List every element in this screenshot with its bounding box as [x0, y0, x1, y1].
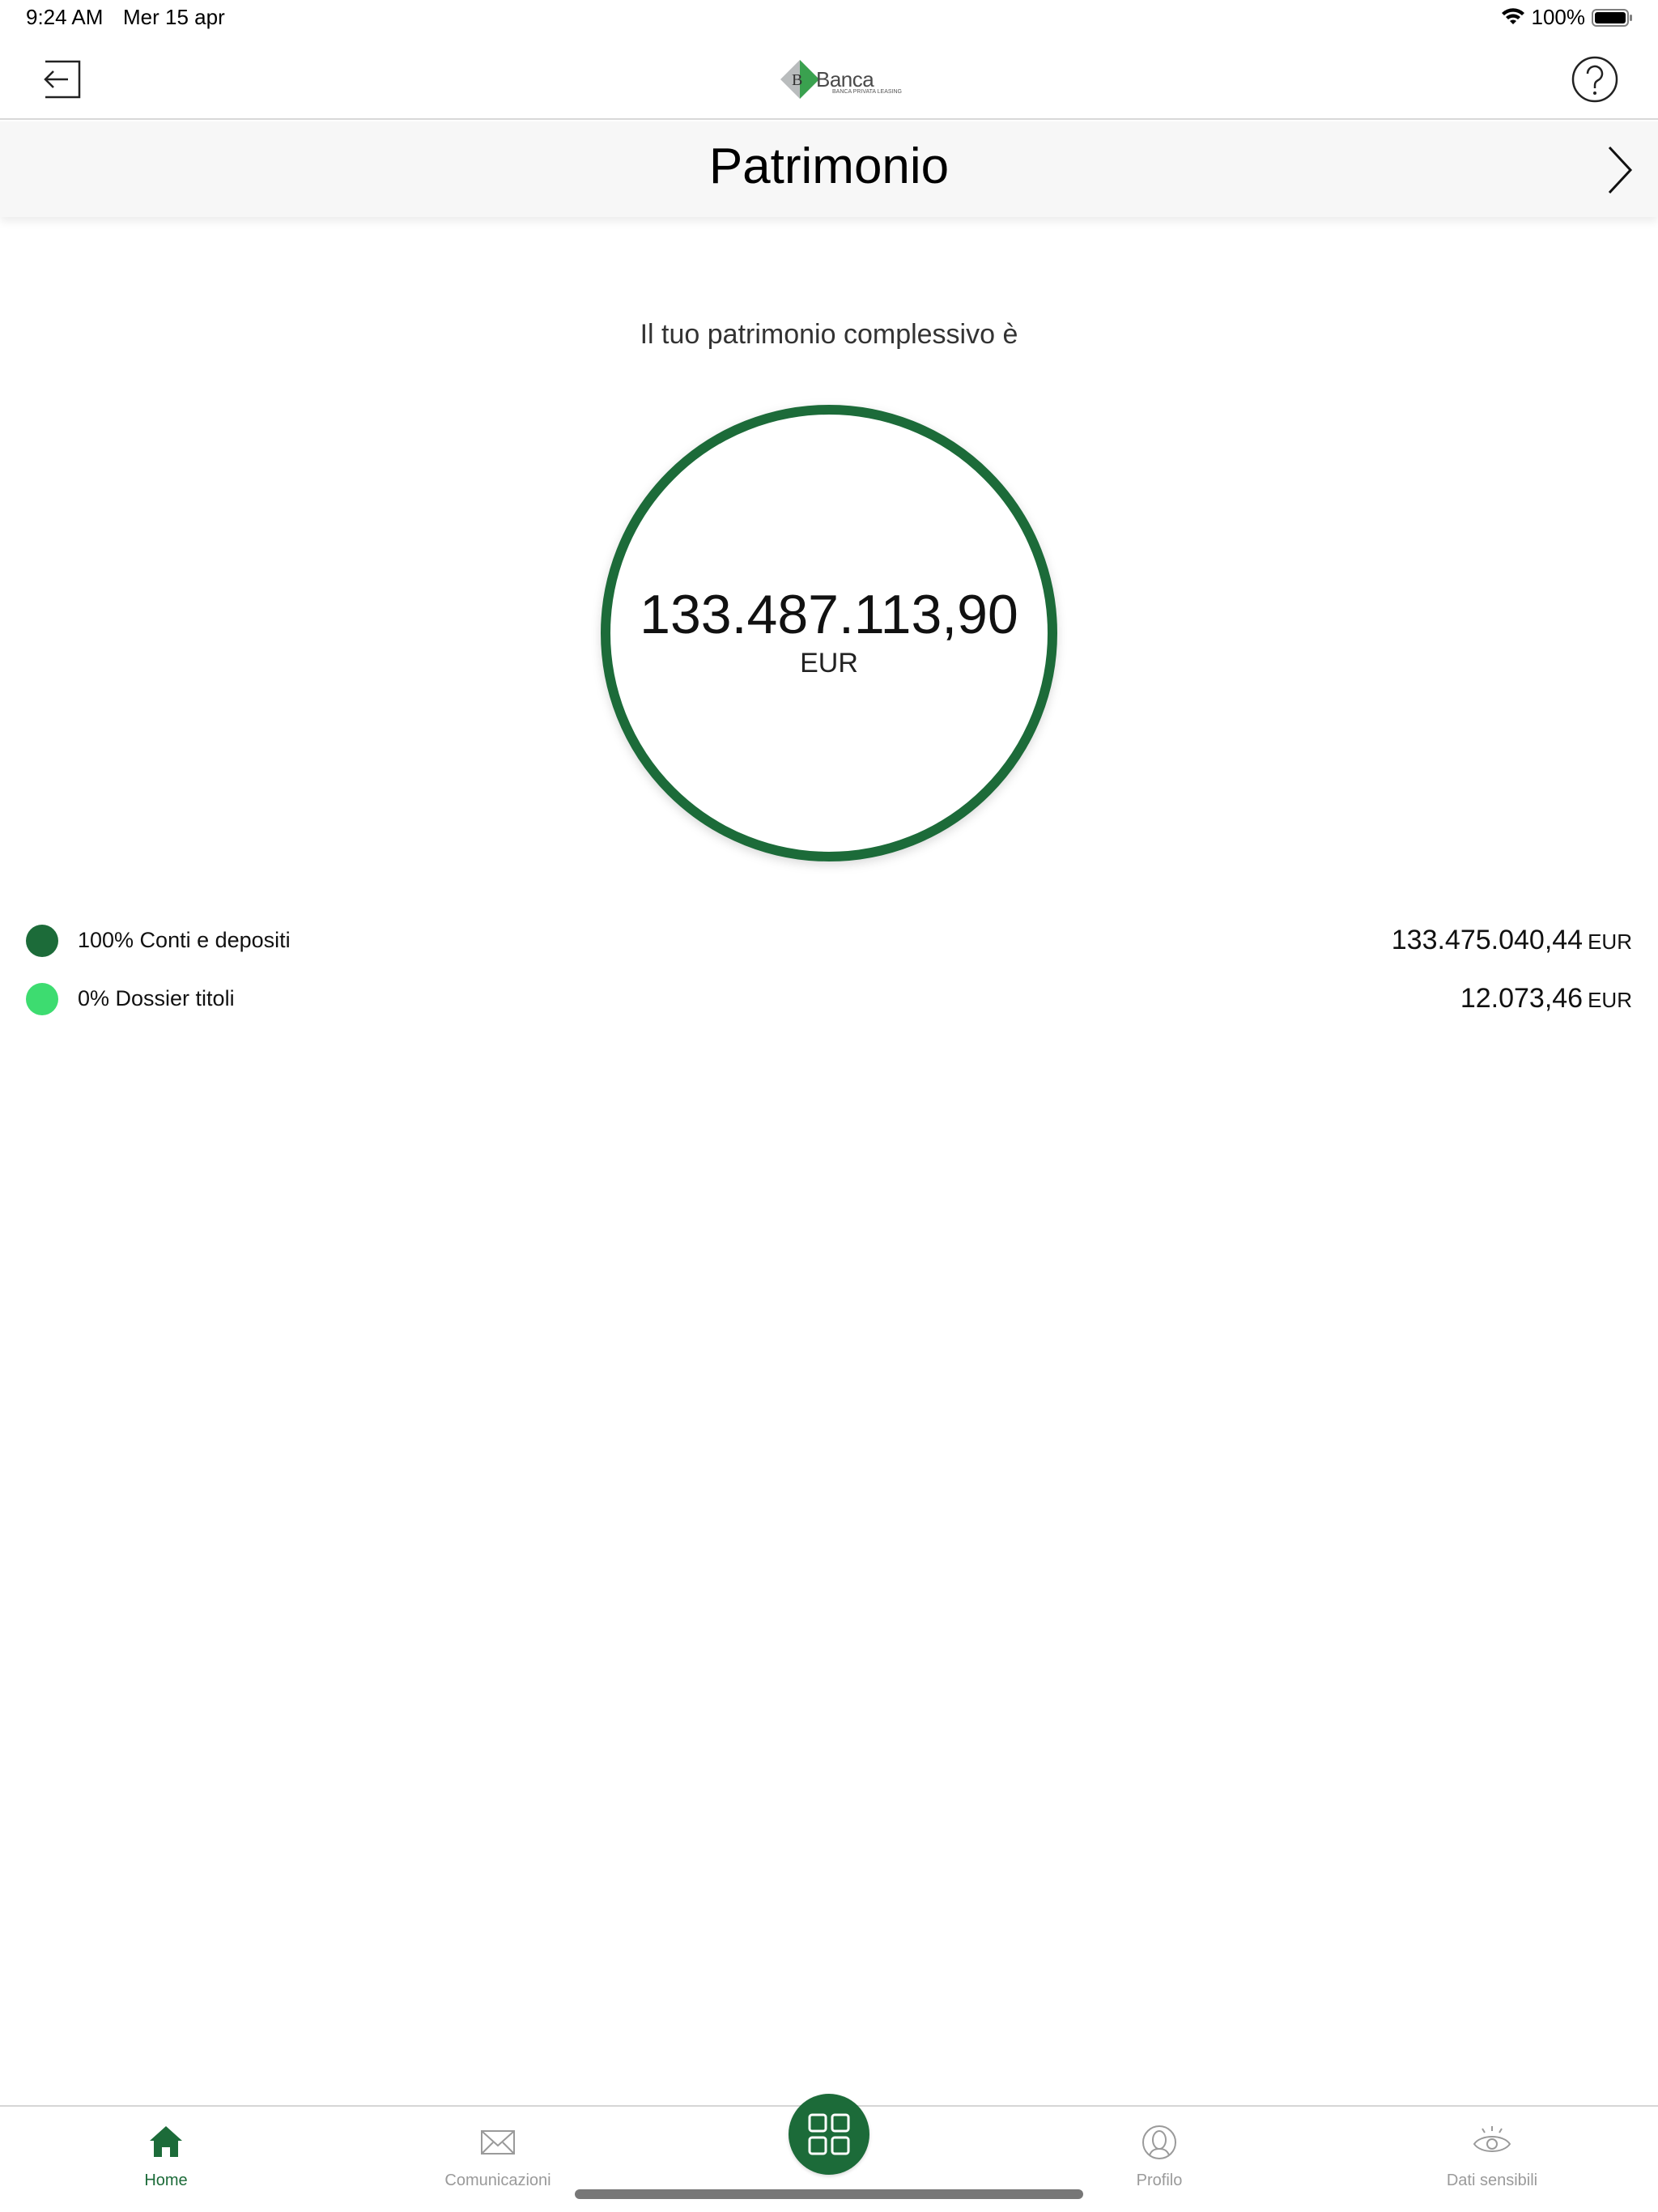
breakdown-currency: EUR	[1588, 929, 1632, 954]
app-header: B Banca BANCA PRIVATA LEASING	[0, 39, 1658, 120]
breakdown-amount: 133.475.040,44	[1391, 925, 1584, 955]
tab-dati-sensibili[interactable]: Dati sensibili	[1387, 2121, 1597, 2202]
page-title: Patrimonio	[708, 138, 950, 194]
status-bar: 9:24 AM Mer 15 apr 100%	[0, 0, 1658, 39]
status-indicators: 100%	[1501, 5, 1635, 30]
profile-icon	[1142, 2125, 1176, 2159]
status-date: Mer 15 apr	[123, 5, 225, 29]
battery-icon	[1592, 8, 1634, 28]
logout-button[interactable]	[39, 55, 91, 104]
envelope-icon	[481, 2130, 515, 2155]
grid-icon	[808, 2113, 850, 2155]
breakdown-label: 0% Dossier titoli	[78, 986, 235, 1010]
main-menu-button[interactable]	[789, 2094, 869, 2175]
total-amount: 133.487.113,90	[640, 584, 1018, 645]
next-section-button[interactable]	[1603, 144, 1635, 196]
home-icon	[150, 2126, 182, 2157]
tab-home[interactable]: Home	[61, 2121, 271, 2202]
breakdown-label: 100% Conti e depositi	[78, 928, 291, 952]
total-ring: 133.487.113,90 EUR	[599, 403, 1059, 863]
breakdown-row[interactable]: 100% Conti e depositi 133.475.040,44 EUR	[0, 917, 1658, 965]
breakdown-value: 12.073,46 EUR	[1460, 983, 1632, 1015]
tab-label: Dati sensibili	[1446, 2172, 1538, 2189]
summary-label: Il tuo patrimonio complessivo è	[640, 319, 1018, 350]
help-button[interactable]	[1571, 55, 1619, 104]
tab-comunicazioni[interactable]: Comunicazioni	[393, 2121, 603, 2202]
status-time: 9:24 AM	[26, 5, 104, 29]
eye-icon	[1473, 2126, 1511, 2152]
logout-arrow-icon	[44, 60, 81, 99]
logo-subtext: BANCA PRIVATA LEASING	[832, 89, 902, 95]
legend-dot	[26, 983, 58, 1015]
legend-dot	[26, 925, 58, 957]
wifi-icon	[1501, 7, 1525, 28]
breakdown-currency: EUR	[1588, 988, 1632, 1012]
tab-label: Comunicazioni	[444, 2172, 551, 2189]
chevron-right-icon	[1608, 146, 1633, 194]
svg-text:B: B	[792, 71, 802, 89]
tab-label: Home	[144, 2172, 188, 2189]
tab-profilo[interactable]: Profilo	[1054, 2121, 1265, 2202]
tab-label: Profilo	[1136, 2172, 1183, 2189]
total-currency: EUR	[800, 648, 858, 678]
breakdown-amount: 12.073,46	[1460, 983, 1584, 1014]
bank-logo: B Banca BANCA PRIVATA LEASING	[777, 55, 902, 104]
home-indicator	[575, 2189, 1083, 2199]
help-question-icon	[1571, 56, 1618, 103]
logo-text: Banca	[816, 66, 874, 91]
title-bar: Patrimonio	[0, 121, 1658, 217]
battery-percentage: 100%	[1531, 5, 1586, 29]
breakdown-row[interactable]: 0% Dossier titoli 12.073,46 EUR	[0, 975, 1658, 1023]
breakdown-value: 133.475.040,44 EUR	[1392, 925, 1632, 956]
